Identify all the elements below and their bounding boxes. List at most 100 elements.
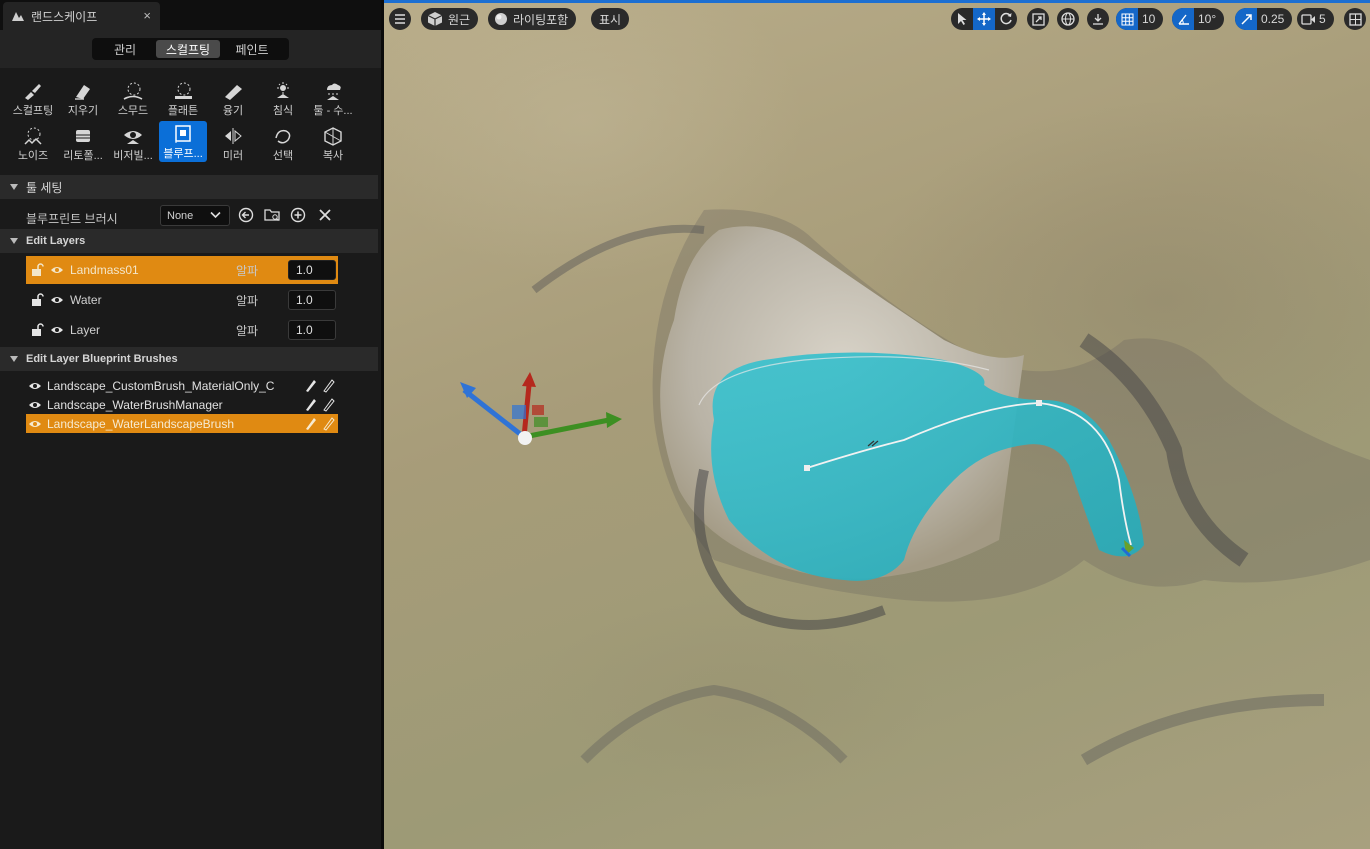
surface-snap-icon [1093,14,1103,25]
tool-retopologize[interactable]: 리토폴... [59,123,107,165]
translate-mode-button[interactable] [973,8,995,30]
scale-snap-group[interactable]: 0.25 [1235,8,1293,30]
affect-heightmap-icon[interactable] [304,397,317,412]
camera-speed-button[interactable]: 5 [1297,8,1334,30]
tab-title: 랜드스케이프 [31,9,98,24]
tool-ramp[interactable]: 융기 [209,78,257,120]
landscape-panel: 랜드스케이프 × 관리 스컬프팅 페인트 스컬프팅 지우기 스무드 플래튼 융기… [0,0,381,849]
layer-row-layer[interactable]: Layer 알파 1.0 [26,316,338,344]
blueprint-icon [175,125,191,143]
viewport-menu-button[interactable] [389,8,411,30]
blueprint-brush-label: 블루프린트 브러시 [26,212,118,226]
collapse-arrow-icon [10,356,18,362]
eye-icon[interactable] [28,400,42,410]
select-mode-button[interactable] [951,8,973,30]
blueprint-brushes-header[interactable]: Edit Layer Blueprint Brushes [0,347,378,371]
angle-snap-icon [1177,14,1189,25]
world-local-toggle[interactable] [1057,8,1079,30]
collapse-arrow-icon [10,184,18,190]
show-menu-button[interactable]: 표시 [591,8,630,30]
brush-row-watermanager[interactable]: Landscape_WaterBrushManager [26,395,338,414]
terrain-scene [460,209,1370,766]
hydro-erosion-icon [327,83,341,100]
eye-icon[interactable] [28,381,42,391]
browse-folder-icon[interactable] [264,207,280,223]
brush-row-custombrush[interactable]: Landscape_CustomBrush_MaterialOnly_C [26,376,338,395]
grid-snap-value[interactable]: 10 [1142,12,1155,26]
cursor-icon [957,13,966,25]
affect-weightmap-icon[interactable] [322,397,335,412]
mode-bar: 관리 스컬프팅 페인트 [0,30,381,68]
erase-icon [75,85,90,100]
tool-blueprint[interactable]: 블루프... [159,121,207,162]
affect-heightmap-icon[interactable] [304,378,317,393]
tool-select[interactable]: 선택 [259,123,307,165]
visibility-icon [124,131,142,144]
grid-snap-icon [1121,13,1133,25]
rotate-mode-button[interactable] [995,8,1017,30]
landscape-tab[interactable]: 랜드스케이프 × [3,2,160,30]
affect-heightmap-icon[interactable] [304,416,317,431]
close-tab-icon[interactable]: × [143,8,151,23]
tool-hydro-erosion[interactable]: 툴 - 수... [309,78,357,120]
flatten-icon [175,82,192,99]
tool-copy[interactable]: 복사 [309,123,357,165]
eye-icon[interactable] [28,419,42,429]
lighting-mode-button[interactable]: 라이팅포함 [488,8,577,30]
sculpt-brush-icon [25,84,41,100]
mode-manage[interactable]: 관리 [94,40,156,58]
camera-icon [1300,13,1315,25]
tool-erase[interactable]: 지우기 [59,78,107,120]
scale-snap-value[interactable]: 0.25 [1261,12,1284,26]
eye-icon[interactable] [50,325,64,335]
eye-icon[interactable] [50,295,64,305]
tool-flatten[interactable]: 플래튼 [159,78,207,120]
grid-snap-group[interactable]: 10 [1116,8,1164,30]
tool-settings-header[interactable]: 툴 세팅 [0,175,378,199]
tool-smooth[interactable]: 스무드 [109,78,157,120]
lit-sphere-icon [495,13,507,25]
scale-snap-icon [1240,13,1252,25]
unlock-icon[interactable] [31,293,44,307]
level-viewport[interactable]: 원근 라이팅포함 표시 10 10° 0.25 5 [384,0,1370,849]
alpha-input[interactable]: 1.0 [288,320,336,340]
eye-icon[interactable] [50,265,64,275]
alpha-input[interactable]: 1.0 [288,260,336,280]
brush-row-waterlandscape[interactable]: Landscape_WaterLandscapeBrush [26,414,338,433]
affect-weightmap-icon[interactable] [322,416,335,431]
unlock-icon[interactable] [31,323,44,337]
tool-noise[interactable]: 노이즈 [9,123,57,165]
transform-gizmo-icon [460,372,622,445]
unlock-icon[interactable] [31,263,44,277]
ramp-icon [225,85,242,100]
rotate-icon [1000,12,1012,25]
tool-sculpt[interactable]: 스컬프팅 [9,78,57,120]
use-selected-asset-icon[interactable] [238,207,254,223]
rotation-snap-group[interactable]: 10° [1172,8,1225,30]
alpha-input[interactable]: 1.0 [288,290,336,310]
view-mode-button[interactable]: 원근 [421,8,479,30]
layer-row-landmass01[interactable]: Landmass01 알파 1.0 [26,256,338,284]
mode-sculpt[interactable]: 스컬프팅 [156,40,220,58]
smooth-icon [123,82,143,100]
affect-weightmap-icon[interactable] [322,378,335,393]
mode-paint[interactable]: 페인트 [220,40,284,58]
tool-mirror[interactable]: 미러 [209,123,257,165]
layer-row-water[interactable]: Water 알파 1.0 [26,286,338,314]
surface-snap-toggle[interactable] [1087,8,1109,30]
mode-selector: 관리 스컬프팅 페인트 [92,38,289,60]
rotation-snap-value[interactable]: 10° [1198,12,1216,26]
tool-palette: 스컬프팅 지우기 스무드 플래튼 융기 침식 툴 - 수... 노이즈 리토폴.… [0,68,381,173]
viewport-layout-button[interactable] [1344,8,1366,30]
clear-icon[interactable] [317,207,333,223]
transform-tools-group [951,8,1017,30]
add-icon[interactable] [290,207,306,223]
collapse-arrow-icon [10,238,18,244]
edit-layers-header[interactable]: Edit Layers [0,229,378,253]
scale-mode-button[interactable] [1027,8,1049,30]
tool-visibility[interactable]: 비저빌... [109,123,157,165]
blueprint-brush-dropdown[interactable]: None [160,205,230,226]
cube-icon [427,12,443,26]
tool-erosion[interactable]: 침식 [259,78,307,120]
erosion-icon [277,82,289,98]
